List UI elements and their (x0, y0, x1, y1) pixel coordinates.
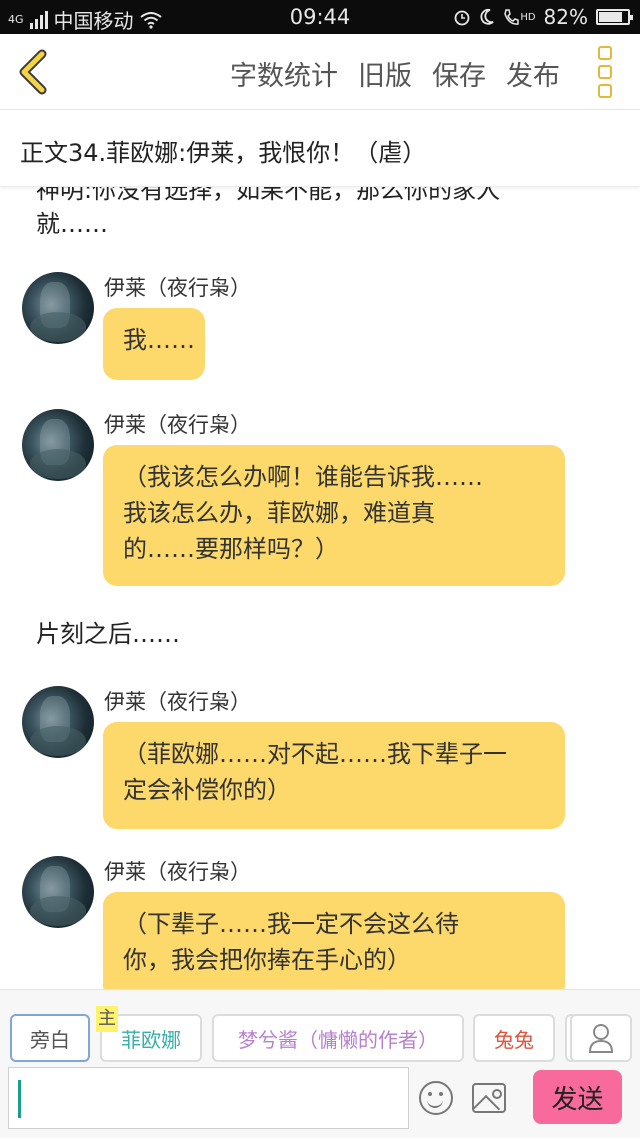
chapter-title-bar: 正文34.菲欧娜:伊莱，我恨你！（虐） (0, 111, 640, 187)
status-right: HD 82% (453, 5, 633, 29)
message-line: 定会补偿你的） (123, 776, 291, 804)
toolbar-actions: 字数统计 旧版 保存 发布 (230, 54, 560, 93)
input-row: 发送 (0, 1067, 640, 1138)
emoji-icon[interactable] (419, 1081, 453, 1115)
sender-name: 伊莱（夜行枭） (104, 860, 251, 884)
message-bubble[interactable]: （菲欧娜……对不起……我下辈子一 定会补偿你的） (103, 722, 565, 829)
avatar[interactable] (22, 856, 94, 928)
avatar[interactable] (22, 272, 94, 344)
message-bubble[interactable]: 我…… (103, 308, 205, 380)
role-chip-author[interactable]: 梦兮酱（慵懒的作者） (212, 1014, 464, 1062)
narration-text: 片刻之后…… (36, 620, 180, 648)
message-line: 的……要那样吗？） (123, 535, 339, 563)
role-chip-narrator[interactable]: 旁白 (10, 1014, 90, 1062)
role-label: 旁白 (30, 1027, 70, 1052)
role-list-button[interactable] (570, 1014, 632, 1062)
battery-percent: 82% (543, 5, 588, 29)
sender-name: 伊莱（夜行枭） (104, 690, 251, 714)
narration-text: 就…… (36, 210, 108, 238)
image-icon[interactable] (472, 1083, 506, 1113)
message-line: 我…… (123, 326, 195, 354)
more-menu-icon[interactable] (598, 46, 616, 98)
message-line: 我该怎么办，菲欧娜，难道真 (123, 499, 435, 527)
alarm-icon (454, 10, 470, 26)
send-button[interactable]: 发送 (533, 1070, 622, 1124)
message-input[interactable] (8, 1067, 409, 1129)
publish-button[interactable]: 发布 (506, 54, 560, 93)
message-line: （菲欧娜……对不起……我下辈子一 (123, 740, 507, 768)
message-line: 你，我会把你捧在手心的） (123, 946, 411, 974)
role-chip-tutu[interactable]: 兔兔 (473, 1014, 555, 1062)
role-label: 菲欧娜 (121, 1027, 181, 1052)
message-line: （我该怎么办啊！谁能告诉我…… (123, 463, 483, 491)
text-caret (18, 1080, 21, 1118)
back-arrow-icon[interactable] (14, 48, 54, 96)
sender-name: 伊莱（夜行枭） (104, 413, 251, 437)
top-bar: 字数统计 旧版 保存 发布 (0, 34, 640, 110)
avatar[interactable] (22, 409, 94, 481)
narration-text: 神明:你没有选择，如果不能，那么你的家人 (36, 187, 501, 204)
word-count-button[interactable]: 字数统计 (230, 54, 338, 93)
role-label: 梦兮酱（慵懒的作者） (238, 1027, 438, 1052)
role-selector-bar: 旁白 主 菲欧娜 梦兮酱（慵懒的作者） 兔兔 (0, 989, 640, 1067)
avatar[interactable] (22, 686, 94, 758)
story-content[interactable]: 神明:你没有选择，如果不能，那么你的家人 就…… 伊莱（夜行枭） 我…… 伊莱（… (0, 187, 640, 989)
sender-name: 伊莱（夜行枭） (104, 276, 251, 300)
hd-call-icon: HD (503, 8, 536, 26)
save-button[interactable]: 保存 (432, 54, 486, 93)
message-line: （下辈子……我一定不会这么待 (123, 910, 459, 938)
moon-icon (480, 8, 494, 25)
status-bar: 4G 中国移动 09:44 HD 82% (0, 0, 640, 34)
old-version-button[interactable]: 旧版 (358, 54, 412, 93)
main-character-badge: 主 (96, 1006, 118, 1032)
hd-label: HD (520, 11, 536, 23)
message-bubble[interactable]: （我该怎么办啊！谁能告诉我…… 我该怎么办，菲欧娜，难道真 的……要那样吗？） (103, 445, 565, 586)
chapter-title: 正文34.菲欧娜:伊莱，我恨你！（虐） (20, 139, 427, 167)
role-label: 兔兔 (494, 1027, 534, 1052)
person-icon (588, 1024, 614, 1053)
battery-icon (596, 9, 633, 25)
message-bubble[interactable]: （下辈子……我一定不会这么待 你，我会把你捧在手心的） (103, 892, 565, 989)
